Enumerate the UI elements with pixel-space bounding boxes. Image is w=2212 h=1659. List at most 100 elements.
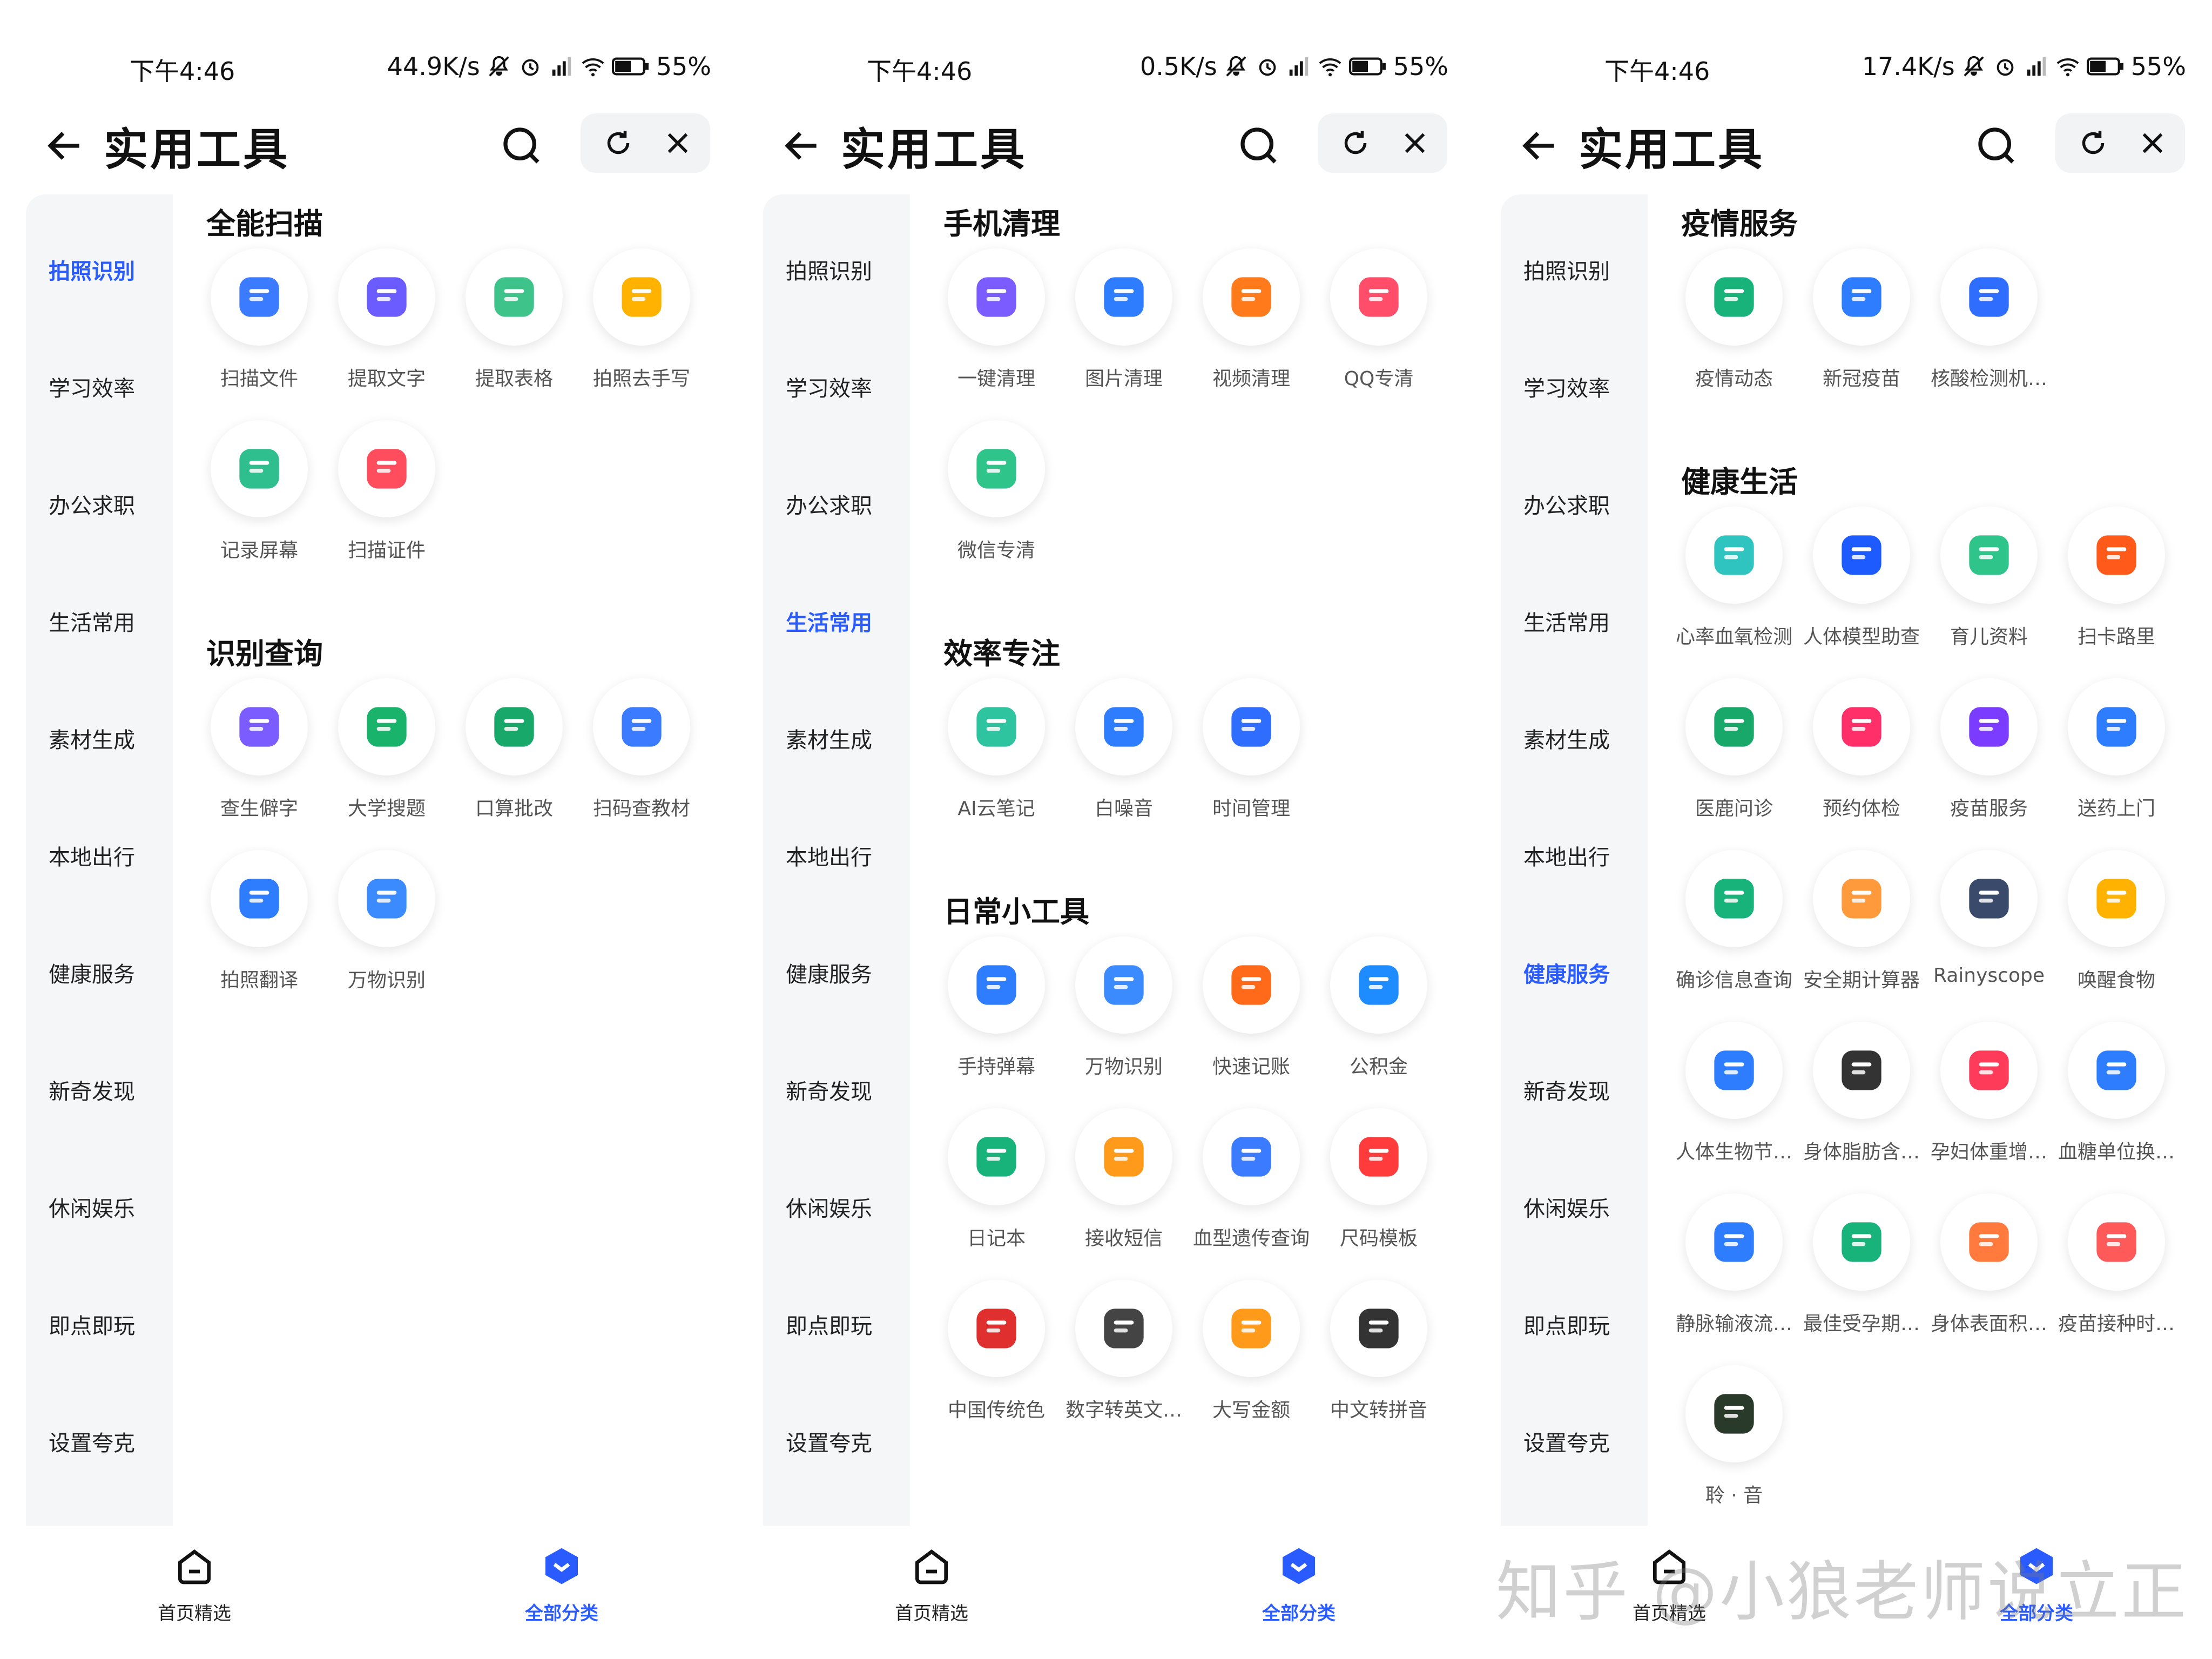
sidebar-item[interactable]: 学习效率 [786, 371, 872, 402]
back-arrow-icon[interactable] [43, 124, 86, 167]
tool-item[interactable]: 血糖单位换… [2053, 1022, 2180, 1184]
sidebar-item[interactable]: 素材生成 [49, 723, 135, 754]
tool-item[interactable]: 身体脂肪含… [1798, 1022, 1925, 1184]
sidebar-item[interactable]: 休闲娱乐 [786, 1191, 872, 1223]
close-icon[interactable] [663, 128, 693, 158]
tool-item[interactable]: 扫码查教材 [578, 678, 705, 840]
refresh-icon[interactable] [2077, 127, 2109, 159]
tool-item[interactable]: 人体生物节… [1670, 1022, 1798, 1184]
nav-all-tab[interactable]: 全部分类 [1250, 1545, 1347, 1636]
tool-item[interactable]: 静脉输液流… [1670, 1193, 1798, 1355]
sidebar-item[interactable]: 素材生成 [786, 723, 872, 754]
tool-item[interactable]: 身体表面积… [1925, 1193, 2053, 1355]
sidebar-item[interactable]: 本地出行 [1523, 840, 1610, 871]
sidebar-item[interactable]: 学习效率 [49, 371, 135, 402]
sidebar-item[interactable]: 办公求职 [49, 488, 135, 520]
tool-item[interactable]: 扫描证件 [323, 420, 450, 582]
tool-item[interactable]: 中文转拼音 [1315, 1280, 1442, 1442]
tool-item[interactable]: 数字转英文… [1060, 1280, 1188, 1442]
tool-item[interactable]: 口算批改 [450, 678, 578, 840]
back-arrow-icon[interactable] [780, 124, 824, 167]
tool-item[interactable]: 聆 · 音 [1670, 1365, 1798, 1526]
tool-item[interactable]: 尺码模板 [1315, 1108, 1442, 1270]
tool-item[interactable]: 日记本 [933, 1108, 1060, 1270]
sidebar-item[interactable]: 即点即玩 [786, 1309, 872, 1340]
sidebar-item[interactable]: 办公求职 [786, 488, 872, 520]
close-icon[interactable] [2137, 128, 2168, 158]
search-icon[interactable] [500, 124, 543, 167]
sidebar-item[interactable]: 设置夸克 [786, 1426, 872, 1457]
sidebar-item[interactable]: 本地出行 [49, 840, 135, 871]
sidebar-item[interactable]: 休闲娱乐 [1523, 1191, 1610, 1223]
sidebar-item[interactable]: 健康服务 [786, 957, 872, 988]
tool-item[interactable]: 查生僻字 [195, 678, 323, 840]
tool-item[interactable]: 拍照去手写 [578, 248, 705, 410]
sidebar-item[interactable]: 健康服务 [1523, 957, 1610, 988]
sidebar-item[interactable]: 新奇发现 [786, 1074, 872, 1105]
tool-item[interactable]: 预约体检 [1798, 678, 1925, 840]
tool-item[interactable]: 提取表格 [450, 248, 578, 410]
tool-item[interactable]: 核酸检测机… [1925, 248, 2053, 410]
close-icon[interactable] [1400, 128, 1430, 158]
tool-item[interactable]: 快速记账 [1188, 936, 1315, 1098]
tool-item[interactable]: 医鹿问诊 [1670, 678, 1798, 840]
tool-item[interactable]: 安全期计算器 [1798, 850, 1925, 1012]
tool-item[interactable]: 扫描文件 [195, 248, 323, 410]
tool-item[interactable]: 血型遗传查询 [1188, 1108, 1315, 1270]
sidebar-item[interactable]: 素材生成 [1523, 723, 1610, 754]
sidebar-item[interactable]: 学习效率 [1523, 371, 1610, 402]
tool-item[interactable]: QQ专清 [1315, 248, 1442, 410]
tool-item[interactable]: 微信专清 [933, 420, 1060, 582]
tool-item[interactable]: 时间管理 [1188, 678, 1315, 840]
tool-item[interactable]: 万物识别 [1060, 936, 1188, 1098]
tool-item[interactable]: 图片清理 [1060, 248, 1188, 410]
nav-home-tab[interactable]: 首页精选 [883, 1545, 980, 1636]
tool-item[interactable]: 白噪音 [1060, 678, 1188, 840]
search-icon[interactable] [1237, 124, 1280, 167]
tool-item[interactable]: 人体模型助查 [1798, 507, 1925, 669]
tool-item[interactable]: 新冠疫苗 [1798, 248, 1925, 410]
tool-item[interactable]: 疫苗接种时… [2053, 1193, 2180, 1355]
tool-item[interactable]: 提取文字 [323, 248, 450, 410]
tool-item[interactable]: 大写金额 [1188, 1280, 1315, 1442]
tool-item[interactable]: 中国传统色 [933, 1280, 1060, 1442]
nav-all-tab[interactable]: 全部分类 [513, 1545, 610, 1636]
tool-item[interactable]: 视频清理 [1188, 248, 1315, 410]
tool-item[interactable]: 万物识别 [323, 850, 450, 1012]
tool-item[interactable]: 大学搜题 [323, 678, 450, 840]
tool-item[interactable]: Rainyscope [1925, 850, 2053, 1012]
sidebar-item[interactable]: 本地出行 [786, 840, 872, 871]
tool-item[interactable]: 拍照翻译 [195, 850, 323, 1012]
tool-item[interactable]: AI云笔记 [933, 678, 1060, 840]
search-icon[interactable] [1975, 124, 2018, 167]
sidebar-item[interactable]: 即点即玩 [1523, 1309, 1610, 1340]
tool-item[interactable]: 一键清理 [933, 248, 1060, 410]
tool-item[interactable]: 记录屏幕 [195, 420, 323, 582]
sidebar-item[interactable]: 生活常用 [49, 605, 135, 637]
sidebar-item[interactable]: 新奇发现 [1523, 1074, 1610, 1105]
tool-item[interactable]: 扫卡路里 [2053, 507, 2180, 669]
sidebar-item[interactable]: 拍照识别 [786, 254, 872, 285]
sidebar-item[interactable]: 健康服务 [49, 957, 135, 988]
tool-item[interactable]: 送药上门 [2053, 678, 2180, 840]
sidebar-item[interactable]: 拍照识别 [1523, 254, 1610, 285]
sidebar-item[interactable]: 新奇发现 [49, 1074, 135, 1105]
tool-item[interactable]: 疫情动态 [1670, 248, 1798, 410]
sidebar-item[interactable]: 生活常用 [786, 605, 872, 637]
back-arrow-icon[interactable] [1518, 124, 1561, 167]
tool-item[interactable]: 育儿资料 [1925, 507, 2053, 669]
tool-item[interactable]: 确诊信息查询 [1670, 850, 1798, 1012]
sidebar-item[interactable]: 设置夸克 [1523, 1426, 1610, 1457]
tool-item[interactable]: 接收短信 [1060, 1108, 1188, 1270]
sidebar-item[interactable]: 办公求职 [1523, 488, 1610, 520]
refresh-icon[interactable] [602, 127, 635, 159]
tool-item[interactable]: 最佳受孕期… [1798, 1193, 1925, 1355]
sidebar-item[interactable]: 设置夸克 [49, 1426, 135, 1457]
sidebar-item[interactable]: 拍照识别 [49, 254, 135, 285]
sidebar-item[interactable]: 休闲娱乐 [49, 1191, 135, 1223]
sidebar-item[interactable]: 即点即玩 [49, 1309, 135, 1340]
tool-item[interactable]: 公积金 [1315, 936, 1442, 1098]
tool-item[interactable]: 心率血氧检测 [1670, 507, 1798, 669]
refresh-icon[interactable] [1339, 127, 1372, 159]
tool-item[interactable]: 孕妇体重增… [1925, 1022, 2053, 1184]
